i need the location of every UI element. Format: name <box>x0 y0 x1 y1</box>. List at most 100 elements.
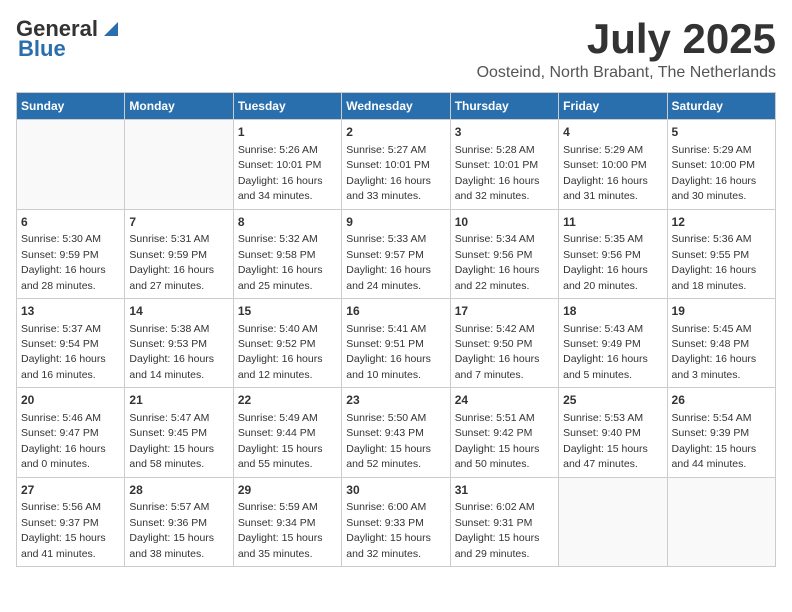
calendar-cell: 20 Sunrise: 5:46 AMSunset: 9:47 PMDayligh… <box>17 388 125 477</box>
day-number: 11 <box>563 214 662 231</box>
day-number: 3 <box>455 124 554 141</box>
day-number: 16 <box>346 303 445 320</box>
day-info: Sunrise: 5:49 AMSunset: 9:44 PMDaylight:… <box>238 412 323 470</box>
calendar-week-row: 20 Sunrise: 5:46 AMSunset: 9:47 PMDayligh… <box>17 388 776 477</box>
day-number: 14 <box>129 303 228 320</box>
calendar-cell: 15Sunrise: 5:40 AMSunset: 9:52 PMDayligh… <box>233 298 341 387</box>
day-info: Sunrise: 5:41 AMSunset: 9:51 PMDaylight:… <box>346 323 431 381</box>
calendar-cell: 27 Sunrise: 5:56 AMSunset: 9:37 PMDayligh… <box>17 477 125 566</box>
calendar-cell: 26 Sunrise: 5:54 AMSunset: 9:39 PMDayligh… <box>667 388 775 477</box>
day-number: 24 <box>455 392 554 409</box>
logo: General Blue <box>16 16 122 62</box>
title-block: July 2025 Oosteind, North Brabant, The N… <box>477 16 776 82</box>
day-info: Sunrise: 5:34 AMSunset: 9:56 PMDaylight:… <box>455 233 540 291</box>
day-number: 1 <box>238 124 337 141</box>
day-number: 25 <box>563 392 662 409</box>
day-info: Sunrise: 5:51 AMSunset: 9:42 PMDaylight:… <box>455 412 540 470</box>
calendar-cell: 13Sunrise: 5:37 AMSunset: 9:54 PMDayligh… <box>17 298 125 387</box>
weekday-header-monday: Monday <box>125 93 233 120</box>
day-number: 4 <box>563 124 662 141</box>
day-info: Sunrise: 5:40 AMSunset: 9:52 PMDaylight:… <box>238 323 323 381</box>
day-number: 2 <box>346 124 445 141</box>
day-info: Sunrise: 5:28 AMSunset: 10:01 PMDaylight… <box>455 144 540 202</box>
day-number: 10 <box>455 214 554 231</box>
day-number: 6 <box>21 214 120 231</box>
calendar-cell: 5 Sunrise: 5:29 AMSunset: 10:00 PMDayligh… <box>667 120 775 209</box>
calendar-cell: 14 Sunrise: 5:38 AMSunset: 9:53 PMDayligh… <box>125 298 233 387</box>
day-info: Sunrise: 5:38 AMSunset: 9:53 PMDaylight:… <box>129 323 214 381</box>
day-info: Sunrise: 5:45 AMSunset: 9:48 PMDaylight:… <box>672 323 757 381</box>
day-info: Sunrise: 5:59 AMSunset: 9:34 PMDaylight:… <box>238 501 323 559</box>
calendar-cell: 1 Sunrise: 5:26 AMSunset: 10:01 PMDayligh… <box>233 120 341 209</box>
calendar-cell: 30Sunrise: 6:00 AMSunset: 9:33 PMDayligh… <box>342 477 450 566</box>
day-info: Sunrise: 5:54 AMSunset: 9:39 PMDaylight:… <box>672 412 757 470</box>
day-info: Sunrise: 5:42 AMSunset: 9:50 PMDaylight:… <box>455 323 540 381</box>
weekday-header-wednesday: Wednesday <box>342 93 450 120</box>
calendar-cell: 22Sunrise: 5:49 AMSunset: 9:44 PMDayligh… <box>233 388 341 477</box>
calendar-week-row: 27 Sunrise: 5:56 AMSunset: 9:37 PMDayligh… <box>17 477 776 566</box>
calendar-week-row: 6 Sunrise: 5:30 AMSunset: 9:59 PMDaylight… <box>17 209 776 298</box>
day-info: Sunrise: 5:50 AMSunset: 9:43 PMDaylight:… <box>346 412 431 470</box>
weekday-header-sunday: Sunday <box>17 93 125 120</box>
day-number: 26 <box>672 392 771 409</box>
weekday-header-tuesday: Tuesday <box>233 93 341 120</box>
calendar-week-row: 13Sunrise: 5:37 AMSunset: 9:54 PMDayligh… <box>17 298 776 387</box>
calendar-cell: 28 Sunrise: 5:57 AMSunset: 9:36 PMDayligh… <box>125 477 233 566</box>
calendar-cell: 19 Sunrise: 5:45 AMSunset: 9:48 PMDayligh… <box>667 298 775 387</box>
day-info: Sunrise: 5:29 AMSunset: 10:00 PMDaylight… <box>563 144 648 202</box>
calendar-cell <box>125 120 233 209</box>
day-info: Sunrise: 5:32 AMSunset: 9:58 PMDaylight:… <box>238 233 323 291</box>
calendar-cell: 21 Sunrise: 5:47 AMSunset: 9:45 PMDayligh… <box>125 388 233 477</box>
calendar-cell: 8Sunrise: 5:32 AMSunset: 9:58 PMDaylight… <box>233 209 341 298</box>
day-number: 20 <box>21 392 120 409</box>
day-info: Sunrise: 5:33 AMSunset: 9:57 PMDaylight:… <box>346 233 431 291</box>
day-info: Sunrise: 5:46 AMSunset: 9:47 PMDaylight:… <box>21 412 106 470</box>
day-info: Sunrise: 5:43 AMSunset: 9:49 PMDaylight:… <box>563 323 648 381</box>
logo-triangle-icon <box>100 18 122 40</box>
day-info: Sunrise: 5:27 AMSunset: 10:01 PMDaylight… <box>346 144 431 202</box>
calendar-cell: 9 Sunrise: 5:33 AMSunset: 9:57 PMDaylight… <box>342 209 450 298</box>
day-info: Sunrise: 5:29 AMSunset: 10:00 PMDaylight… <box>672 144 757 202</box>
weekday-header-thursday: Thursday <box>450 93 558 120</box>
day-number: 9 <box>346 214 445 231</box>
calendar-week-row: 1 Sunrise: 5:26 AMSunset: 10:01 PMDayligh… <box>17 120 776 209</box>
calendar-cell: 12Sunrise: 5:36 AMSunset: 9:55 PMDayligh… <box>667 209 775 298</box>
day-info: Sunrise: 5:35 AMSunset: 9:56 PMDaylight:… <box>563 233 648 291</box>
day-info: Sunrise: 5:31 AMSunset: 9:59 PMDaylight:… <box>129 233 214 291</box>
calendar-cell: 23 Sunrise: 5:50 AMSunset: 9:43 PMDayligh… <box>342 388 450 477</box>
day-info: Sunrise: 5:47 AMSunset: 9:45 PMDaylight:… <box>129 412 214 470</box>
day-number: 27 <box>21 482 120 499</box>
day-number: 7 <box>129 214 228 231</box>
day-number: 23 <box>346 392 445 409</box>
day-info: Sunrise: 5:56 AMSunset: 9:37 PMDaylight:… <box>21 501 106 559</box>
day-info: Sunrise: 5:26 AMSunset: 10:01 PMDaylight… <box>238 144 323 202</box>
calendar-cell: 11 Sunrise: 5:35 AMSunset: 9:56 PMDayligh… <box>559 209 667 298</box>
calendar-cell <box>559 477 667 566</box>
calendar-cell: 4 Sunrise: 5:29 AMSunset: 10:00 PMDayligh… <box>559 120 667 209</box>
calendar-table: SundayMondayTuesdayWednesdayThursdayFrid… <box>16 92 776 567</box>
day-info: Sunrise: 5:57 AMSunset: 9:36 PMDaylight:… <box>129 501 214 559</box>
day-number: 12 <box>672 214 771 231</box>
page-header: General Blue July 2025 Oosteind, North B… <box>16 16 776 82</box>
day-number: 28 <box>129 482 228 499</box>
day-number: 21 <box>129 392 228 409</box>
calendar-cell <box>17 120 125 209</box>
calendar-cell: 2 Sunrise: 5:27 AMSunset: 10:01 PMDayligh… <box>342 120 450 209</box>
calendar-cell: 16 Sunrise: 5:41 AMSunset: 9:51 PMDayligh… <box>342 298 450 387</box>
day-number: 17 <box>455 303 554 320</box>
day-number: 5 <box>672 124 771 141</box>
day-number: 30 <box>346 482 445 499</box>
calendar-cell: 31Sunrise: 6:02 AMSunset: 9:31 PMDayligh… <box>450 477 558 566</box>
day-number: 19 <box>672 303 771 320</box>
day-info: Sunrise: 5:30 AMSunset: 9:59 PMDaylight:… <box>21 233 106 291</box>
calendar-cell: 17 Sunrise: 5:42 AMSunset: 9:50 PMDayligh… <box>450 298 558 387</box>
calendar-cell: 6 Sunrise: 5:30 AMSunset: 9:59 PMDaylight… <box>17 209 125 298</box>
weekday-header-saturday: Saturday <box>667 93 775 120</box>
location: Oosteind, North Brabant, The Netherlands <box>477 64 776 82</box>
day-number: 31 <box>455 482 554 499</box>
calendar-cell: 25Sunrise: 5:53 AMSunset: 9:40 PMDayligh… <box>559 388 667 477</box>
calendar-cell <box>667 477 775 566</box>
logo-blue: Blue <box>18 36 66 62</box>
calendar-cell: 29Sunrise: 5:59 AMSunset: 9:34 PMDayligh… <box>233 477 341 566</box>
calendar-cell: 24 Sunrise: 5:51 AMSunset: 9:42 PMDayligh… <box>450 388 558 477</box>
